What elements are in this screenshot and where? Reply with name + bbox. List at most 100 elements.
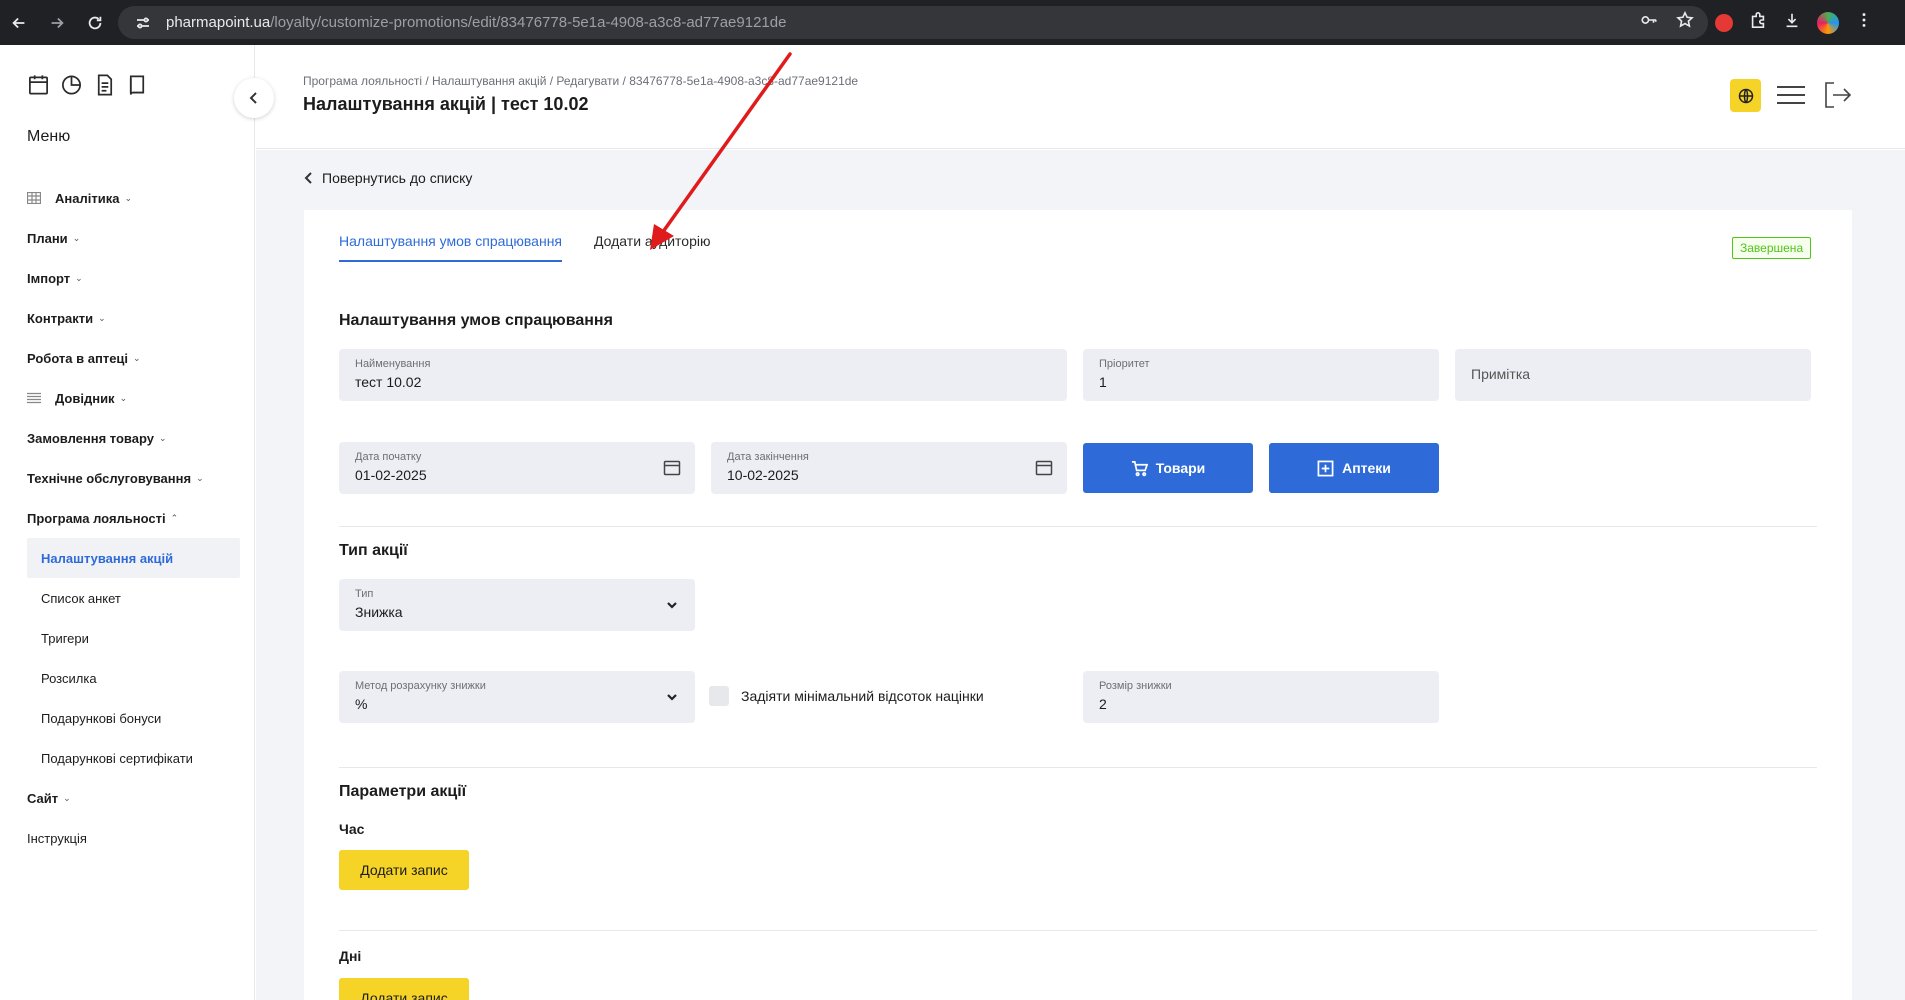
priority-field[interactable]: Пріоритет 1 — [1083, 349, 1439, 401]
chevron-left-icon — [249, 92, 257, 104]
sidebar: Меню Аналітика ⌄ Плани ⌄ Імпорт ⌄ Контра… — [0, 45, 255, 1000]
sidebar-item-site[interactable]: Сайт ⌄ — [27, 778, 240, 818]
bookmark-star-icon[interactable] — [1676, 10, 1694, 34]
sidebar-item-label: Довідник — [55, 390, 115, 406]
priority-field-label: Пріоритет — [1099, 358, 1150, 370]
sidebar-item-label: Контракти — [27, 310, 94, 326]
list-icon — [27, 392, 41, 404]
discount-method-select[interactable]: Метод розрахунку знижки % — [339, 671, 695, 723]
reload-icon[interactable] — [76, 0, 114, 45]
chevron-down-icon: ⌄ — [196, 472, 204, 483]
min-markup-checkbox[interactable] — [709, 686, 729, 706]
discount-size-field[interactable]: Розмір знижки 2 — [1083, 671, 1439, 723]
note-field-placeholder: Примітка — [1471, 366, 1531, 382]
sidebar-item-label: Плани — [27, 230, 68, 246]
calendar-icon[interactable] — [1035, 459, 1053, 482]
extension-icon[interactable] — [1715, 13, 1733, 32]
section-title-conditions: Налаштування умов спрацювання — [339, 312, 613, 329]
back-to-list-link[interactable]: Повернутись до списку — [304, 170, 472, 186]
pharmacies-button-label: Аптеки — [1342, 460, 1391, 476]
end-date-label: Дата закінчення — [727, 451, 809, 463]
start-date-field[interactable]: Дата початку 01-02-2025 — [339, 442, 695, 494]
divider — [339, 526, 1817, 527]
document-icon[interactable] — [93, 73, 116, 102]
section-title-params: Параметри акції — [339, 783, 467, 800]
calendar-icon[interactable] — [663, 459, 681, 482]
tab-trigger-conditions[interactable]: Налаштування умов спрацювання — [339, 210, 563, 272]
sidebar-item-contracts[interactable]: Контракти ⌄ — [27, 298, 240, 338]
sidebar-item-label: Сайт — [27, 790, 59, 806]
sidebar-subitem-promotions-settings[interactable]: Налаштування акцій — [27, 538, 240, 578]
sidebar-item-maintenance[interactable]: Технічне обслуговування ⌄ — [27, 458, 240, 498]
sidebar-item-loyalty[interactable]: Програма лояльності ⌃ — [27, 498, 240, 538]
chevron-down-icon: ⌄ — [124, 192, 132, 203]
chevron-up-icon: ⌃ — [170, 512, 179, 523]
pie-chart-icon[interactable] — [60, 73, 83, 102]
sidebar-item-analytics[interactable]: Аналітика ⌄ — [26, 178, 240, 218]
end-date-field[interactable]: Дата закінчення 10-02-2025 — [711, 442, 1067, 494]
min-markup-option[interactable]: Задіяти мінімальний відсоток націнки — [709, 686, 984, 706]
main-content: Повернутись до списку Налаштування умов … — [256, 150, 1905, 1000]
globe-icon — [1738, 88, 1753, 103]
start-date-value: 01-02-2025 — [355, 467, 427, 483]
sidebar-subitem-triggers[interactable]: Тригери — [27, 618, 240, 658]
sidebar-item-directory[interactable]: Довідник ⌄ — [27, 378, 240, 418]
browser-menu-icon[interactable] — [1855, 11, 1873, 34]
promotion-form-card: Налаштування умов спрацювання Додати ауд… — [304, 210, 1852, 1000]
sidebar-item-orders[interactable]: Замовлення товару ⌄ — [27, 418, 240, 458]
end-date-value: 10-02-2025 — [727, 467, 799, 483]
page-header: Програма лояльності / Налаштування акцій… — [256, 45, 1905, 149]
address-bar[interactable]: pharmapoint.ua/loyalty/customize-promoti… — [118, 6, 1708, 39]
menu-title: Меню — [27, 128, 71, 145]
sidebar-subitem-gift-bonuses[interactable]: Подарункові бонуси — [27, 698, 240, 738]
type-select[interactable]: Тип Знижка — [339, 579, 695, 631]
goods-button[interactable]: Товари — [1083, 443, 1253, 493]
sidebar-item-import[interactable]: Імпорт ⌄ — [27, 258, 240, 298]
chevron-down-icon: ⌄ — [133, 352, 141, 363]
back-icon[interactable] — [0, 0, 38, 45]
extensions-puzzle-icon[interactable] — [1749, 11, 1767, 34]
hamburger-menu-icon[interactable] — [1775, 83, 1807, 107]
note-field[interactable]: Примітка — [1455, 349, 1811, 401]
back-to-list-label: Повернутись до списку — [322, 170, 473, 186]
language-button[interactable] — [1730, 79, 1761, 112]
goods-button-label: Товари — [1155, 460, 1206, 476]
status-badge: Завершена — [1732, 237, 1812, 259]
chevron-down-icon — [663, 596, 681, 619]
section-title-type: Тип акції — [339, 542, 408, 559]
site-settings-icon[interactable] — [132, 12, 154, 34]
sidebar-item-plans[interactable]: Плани ⌄ — [27, 218, 240, 258]
sidebar-item-label: Замовлення товару — [27, 430, 154, 446]
sidebar-collapse-button[interactable] — [234, 78, 274, 118]
book-icon[interactable] — [126, 73, 149, 102]
name-field-value: тест 10.02 — [355, 374, 422, 390]
pharmacies-button[interactable]: Аптеки — [1269, 443, 1439, 493]
logout-icon[interactable] — [1822, 80, 1852, 110]
discount-method-label: Метод розрахунку знижки — [355, 680, 486, 692]
sidebar-item-pharmacy-work[interactable]: Робота в аптеці ⌄ — [27, 338, 240, 378]
sidebar-item-label: Програма лояльності — [27, 510, 166, 526]
sidebar-subitem-gift-certificates[interactable]: Подарункові сертифікати — [27, 738, 240, 778]
tab-add-audience[interactable]: Додати аудиторію — [594, 210, 710, 272]
plus-square-icon — [1317, 460, 1334, 476]
sidebar-menu: Аналітика ⌄ Плани ⌄ Імпорт ⌄ Контракти ⌄… — [26, 178, 240, 858]
download-icon[interactable] — [1783, 11, 1801, 34]
sidebar-item-instructions[interactable]: Інструкція — [27, 818, 240, 858]
time-label: Час — [339, 821, 365, 837]
url-path: /loyalty/customize-promotions/edit/83476… — [270, 14, 787, 31]
type-select-label: Тип — [355, 588, 374, 600]
calendar-icon[interactable] — [27, 73, 50, 102]
key-icon[interactable] — [1640, 11, 1658, 34]
profile-avatar[interactable] — [1817, 11, 1839, 34]
discount-size-value: 2 — [1099, 696, 1107, 712]
name-field[interactable]: Найменування тест 10.02 — [339, 349, 1067, 401]
divider — [339, 930, 1817, 931]
add-days-record-button[interactable]: Додати запис — [339, 978, 469, 1000]
sidebar-subitem-questionnaires[interactable]: Список анкет — [27, 578, 240, 618]
min-markup-label: Задіяти мінімальний відсоток націнки — [741, 688, 984, 704]
forward-icon[interactable] — [38, 0, 76, 45]
chevron-left-icon — [304, 172, 312, 184]
name-field-label: Найменування — [355, 358, 431, 370]
sidebar-subitem-mailing[interactable]: Розсилка — [27, 658, 240, 698]
add-time-record-button[interactable]: Додати запис — [339, 850, 469, 890]
